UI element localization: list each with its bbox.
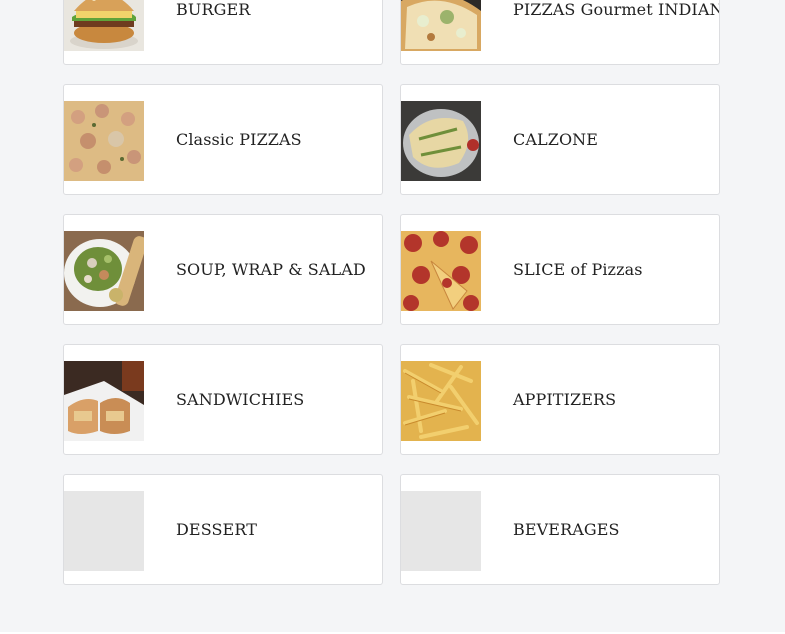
category-card-sandwichies[interactable]: SANDWICHIES — [63, 344, 383, 455]
category-card-calzone[interactable]: CALZONE — [400, 84, 720, 195]
category-card-soup-wrap-salad[interactable]: SOUP, WRAP & SALAD — [63, 214, 383, 325]
gourmet-pizza-image — [401, 0, 481, 51]
calzone-image — [401, 101, 481, 181]
beverages-image-placeholder — [401, 491, 481, 571]
fries-image — [401, 361, 481, 441]
burger-image — [64, 0, 144, 51]
category-card-classic-pizzas[interactable]: Classic PIZZAS — [63, 84, 383, 195]
category-label: APPITIZERS — [513, 390, 617, 409]
category-card-slice-of-pizzas[interactable]: SLICE of Pizzas — [400, 214, 720, 325]
category-label: SOUP, WRAP & SALAD — [176, 260, 366, 279]
category-label: PIZZAS Gourmet INDIAN — [513, 0, 720, 19]
category-label: CALZONE — [513, 130, 599, 149]
category-label: DESSERT — [176, 520, 257, 539]
category-label: SLICE of Pizzas — [513, 260, 643, 279]
category-card-dessert[interactable]: DESSERT — [63, 474, 383, 585]
sandwich-image — [64, 361, 144, 441]
category-card-burger[interactable]: BURGER — [63, 0, 383, 65]
category-label: BEVERAGES — [513, 520, 620, 539]
classic-pizza-image — [64, 101, 144, 181]
category-card-pizzas-gourmet-indian[interactable]: PIZZAS Gourmet INDIAN — [400, 0, 720, 65]
category-card-beverages[interactable]: BEVERAGES — [400, 474, 720, 585]
salad-image — [64, 231, 144, 311]
category-label: SANDWICHIES — [176, 390, 305, 409]
dessert-image-placeholder — [64, 491, 144, 571]
pepperoni-slice-image — [401, 231, 481, 311]
category-card-appitizers[interactable]: APPITIZERS — [400, 344, 720, 455]
category-label: BURGER — [176, 0, 251, 19]
category-label: Classic PIZZAS — [176, 130, 302, 149]
